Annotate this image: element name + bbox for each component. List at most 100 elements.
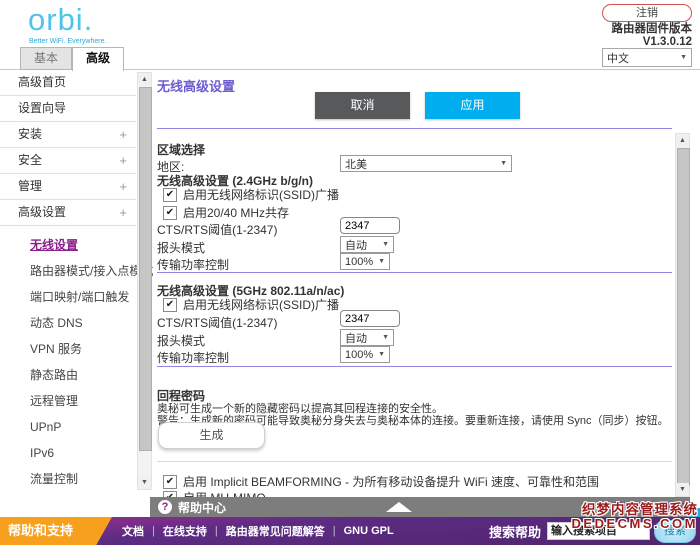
footer-link-gnu-gpl[interactable]: GNU GPL — [344, 525, 394, 537]
cts-rts-24-input[interactable] — [340, 217, 400, 234]
power-24-value: 100% — [345, 255, 374, 268]
preamble-24-label: 报头模式 — [157, 241, 206, 255]
section-divider — [157, 366, 672, 367]
sidebar-item-label: 设置向导 — [18, 101, 67, 115]
check-icon: ✔ — [165, 298, 175, 310]
cts-rts-24-label: CTS/RTS阈值(1-2347) — [157, 223, 278, 237]
sidebar-item-ipv6[interactable]: IPv6 — [0, 440, 136, 466]
coexistence-label: 启用20/40 MHz共存 — [183, 206, 290, 220]
search-help-label: 搜索帮助 — [488, 524, 541, 540]
sidebar-item-security[interactable]: 安全 + — [0, 148, 136, 174]
ssid-broadcast-24-row: ✔ 启用无线网络标识(SSID)广播 — [163, 186, 339, 203]
apply-button[interactable]: 应用 — [425, 92, 520, 119]
cts-rts-5-input[interactable] — [340, 310, 400, 327]
top-tabs: 基本 高级 — [20, 47, 125, 71]
beamforming-label: 启用 Implicit BEAMFORMING - 为所有移动设备提升 WiFi… — [183, 475, 599, 489]
cancel-button[interactable]: 取消 — [315, 92, 410, 119]
scroll-down-icon[interactable]: ▼ — [138, 476, 151, 489]
beamforming-row: ✔ 启用 Implicit BEAMFORMING - 为所有移动设备提升 Wi… — [163, 473, 599, 490]
sidebar-item-administration[interactable]: 管理 + — [0, 174, 136, 200]
check-icon: ✔ — [165, 188, 175, 200]
orbi-logo: orbi. — [28, 2, 94, 37]
check-icon: ✔ — [165, 206, 175, 218]
scroll-up-icon[interactable]: ▲ — [138, 73, 151, 86]
watermark-line1: 织梦内容管理系统 — [582, 502, 698, 517]
expand-plus-icon[interactable]: + — [119, 200, 127, 225]
scroll-down-icon[interactable]: ▼ — [676, 483, 689, 496]
logout-button[interactable]: 注销 — [602, 4, 692, 22]
power-24-select[interactable]: 100% ▼ — [340, 253, 390, 270]
footer-link-online-support[interactable]: 在线支持 — [163, 523, 207, 539]
generate-button[interactable]: 生成 — [158, 422, 265, 449]
coexistence-row: ✔ 启用20/40 MHz共存 — [163, 204, 289, 221]
preamble-24-value: 自动 — [345, 239, 367, 252]
chevron-down-icon: ▼ — [382, 334, 389, 341]
sidebar-item-vpn-service[interactable]: VPN 服务 — [0, 336, 136, 362]
expand-plus-icon[interactable]: + — [119, 174, 127, 199]
page-title: 无线高级设置 — [157, 79, 236, 94]
section-divider — [157, 128, 672, 129]
sidebar-subnav: 无线设置 路由器模式/接入点模式 端口映射/端口触发 动态 DNS VPN 服务… — [0, 226, 153, 492]
chevron-down-icon: ▼ — [382, 241, 389, 248]
power-5-value: 100% — [345, 348, 374, 361]
dedecms-watermark: 织梦内容管理系统 DEDECMS.COM — [572, 503, 698, 531]
region-select[interactable]: 北美 ▼ — [340, 155, 512, 172]
watermark-line2: DEDECMS.COM — [571, 516, 698, 531]
help-support-label: 帮助和支持 — [8, 523, 74, 538]
sidebar-item-label: 安全 — [18, 153, 43, 167]
sidebar-scrollbar[interactable]: ▲ ▼ — [137, 72, 152, 490]
sidebar-item-wireless-settings[interactable]: 无线设置 — [0, 232, 136, 258]
preamble-5-select[interactable]: 自动 ▼ — [340, 329, 394, 346]
power-5-label: 传输功率控制 — [157, 351, 230, 365]
beamforming-checkbox[interactable]: ✔ — [163, 474, 177, 489]
language-select[interactable]: 中文 ▼ — [602, 48, 692, 67]
sidebar-item-router-ap-mode[interactable]: 路由器模式/接入点模式 — [0, 258, 153, 284]
power-5-select[interactable]: 100% ▼ — [340, 346, 390, 363]
logo-tagline: Better WiFi. Everywhere. — [29, 38, 107, 45]
tab-advanced[interactable]: 高级 — [72, 47, 125, 71]
language-value: 中文 — [607, 52, 629, 65]
ssid-broadcast-24-label: 启用无线网络标识(SSID)广播 — [183, 188, 340, 202]
power-24-label: 传输功率控制 — [157, 258, 230, 272]
preamble-24-select[interactable]: 自动 ▼ — [340, 236, 394, 253]
footer-separator: | — [214, 525, 218, 537]
ssid-broadcast-5-label: 启用无线网络标识(SSID)广播 — [183, 298, 340, 312]
sidebar-item-label: 高级设置 — [18, 205, 67, 219]
sidebar-item-setup[interactable]: 安装 + — [0, 122, 136, 148]
expand-plus-icon[interactable]: + — [119, 122, 127, 147]
scroll-up-icon[interactable]: ▲ — [676, 134, 689, 147]
sidebar-nav: 高级首页 设置向导 安装 + 安全 + 管理 + 高级设置 + 无线设置 路由器模式/接… — [0, 70, 153, 492]
region-select-value: 北美 — [345, 158, 367, 171]
sidebar-item-setup-wizard[interactable]: 设置向导 — [0, 96, 136, 122]
content-scrollbar[interactable]: ▲ ▼ — [675, 133, 690, 497]
scrollbar-thumb[interactable] — [677, 148, 690, 486]
check-icon: ✔ — [165, 475, 175, 487]
coexistence-checkbox[interactable]: ✔ — [163, 205, 177, 220]
sidebar-item-traffic-meter[interactable]: 流量控制 — [0, 466, 136, 492]
region-heading: 区域选择 — [157, 143, 206, 157]
footer-links: 文档 | 在线支持 | 路由器常见问题解答 | GNU GPL — [122, 517, 394, 545]
scrollbar-thumb[interactable] — [139, 87, 152, 451]
section-divider — [157, 272, 672, 273]
sidebar-item-advanced-home[interactable]: 高级首页 — [0, 70, 136, 96]
expand-plus-icon[interactable]: + — [119, 148, 127, 173]
footer-link-router-faq[interactable]: 路由器常见问题解答 — [226, 523, 325, 539]
sidebar-item-label: 管理 — [18, 179, 43, 193]
firmware-version: 路由器固件版本 V1.3.0.12 — [612, 23, 693, 49]
sidebar-item-upnp[interactable]: UPnP — [0, 414, 136, 440]
sidebar-item-label: 高级首页 — [18, 75, 67, 89]
tab-basic[interactable]: 基本 — [20, 47, 73, 70]
footer-link-documentation[interactable]: 文档 — [122, 523, 144, 539]
ssid-broadcast-5-checkbox[interactable]: ✔ — [163, 297, 177, 312]
ssid-broadcast-24-checkbox[interactable]: ✔ — [163, 187, 177, 202]
help-question-icon: ? — [158, 500, 172, 514]
collapse-triangle-icon[interactable] — [386, 502, 412, 512]
firmware-label: 路由器固件版本 — [611, 23, 693, 35]
section-divider — [157, 461, 672, 462]
sidebar-item-advanced-setup[interactable]: 高级设置 + — [0, 200, 136, 226]
chevron-down-icon: ▼ — [680, 54, 687, 61]
sidebar-item-static-routes[interactable]: 静态路由 — [0, 362, 136, 388]
sidebar-item-dynamic-dns[interactable]: 动态 DNS — [0, 310, 136, 336]
sidebar-item-remote-management[interactable]: 远程管理 — [0, 388, 136, 414]
sidebar-item-port-forwarding[interactable]: 端口映射/端口触发 — [0, 284, 136, 310]
